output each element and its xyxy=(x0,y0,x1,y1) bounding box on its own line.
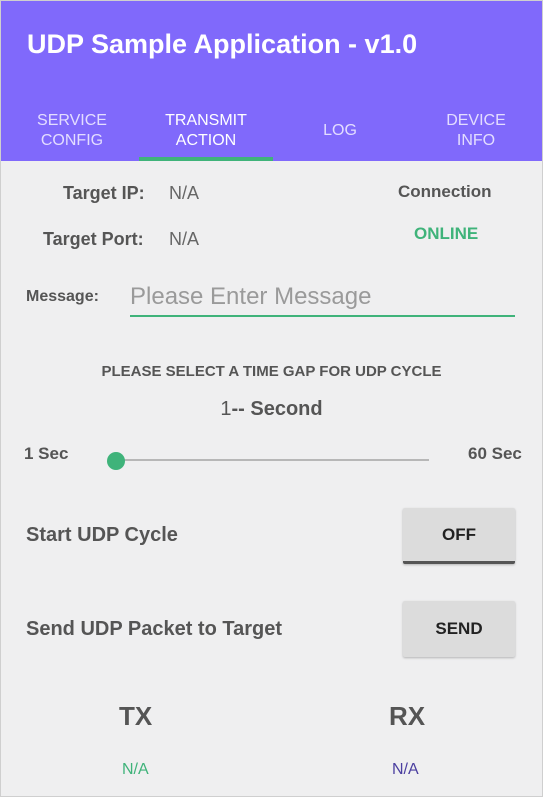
message-input[interactable] xyxy=(130,279,515,317)
message-label: Message: xyxy=(26,288,99,305)
tab-log[interactable]: LOG xyxy=(273,105,407,157)
target-ip-value: N/A xyxy=(169,183,200,203)
app-title: UDP Sample Application - v1.0 xyxy=(27,29,418,59)
time-gap-slider[interactable] xyxy=(117,459,429,461)
rx-label: RX xyxy=(389,701,426,731)
target-port-value: N/A xyxy=(169,229,200,249)
tab-service-config[interactable]: SERVICE CONFIG xyxy=(5,105,139,157)
rx-value: N/A xyxy=(392,761,419,778)
tab-label: SERVICE CONFIG xyxy=(37,112,107,149)
tab-device-info[interactable]: DEVICE INFO xyxy=(409,105,542,157)
tab-indicator xyxy=(139,157,273,161)
slider-thumb[interactable] xyxy=(107,452,125,470)
tab-label: LOG xyxy=(323,122,357,139)
app-bar: UDP Sample Application - v1.0 SERVICE CO… xyxy=(1,1,542,161)
tx-label: TX xyxy=(119,701,153,731)
tab-transmit-action[interactable]: TRANSMIT ACTION xyxy=(139,105,273,157)
time-gap-title: PLEASE SELECT A TIME GAP FOR UDP CYCLE xyxy=(101,363,442,380)
tab-label: TRANSMIT ACTION xyxy=(165,112,247,149)
slider-min-label: 1 Sec xyxy=(24,444,69,463)
connection-title: Connection xyxy=(398,182,492,201)
time-gap-number: 1 xyxy=(220,398,232,420)
send-button[interactable]: SEND xyxy=(403,601,515,657)
connection-status: ONLINE xyxy=(414,224,479,243)
target-ip-label: Target IP: xyxy=(63,183,145,203)
cycle-toggle-button[interactable]: OFF xyxy=(403,508,515,564)
tab-label: DEVICE INFO xyxy=(446,112,506,149)
send-packet-label: Send UDP Packet to Target xyxy=(26,618,282,640)
time-gap-value: 1-- Second xyxy=(1,398,542,421)
start-cycle-label: Start UDP Cycle xyxy=(26,524,178,546)
app-window: UDP Sample Application - v1.0 SERVICE CO… xyxy=(0,0,543,797)
target-port-label: Target Port: xyxy=(43,229,144,249)
slider-max-label: 60 Sec xyxy=(468,444,522,463)
tx-value: N/A xyxy=(122,761,149,778)
time-gap-unit: -- Second xyxy=(231,398,323,420)
